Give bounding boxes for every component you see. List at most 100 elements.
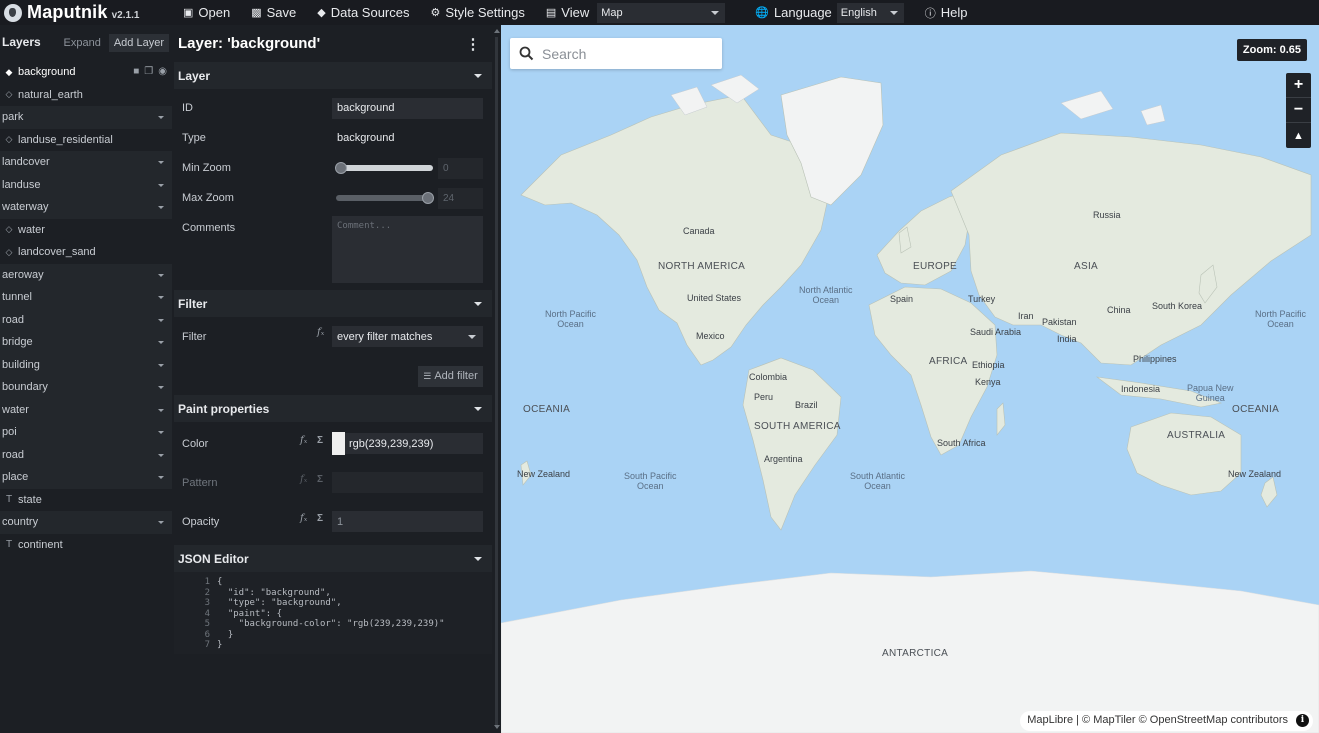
json-code-line[interactable]: "background-color": "rgb(239,239,239)" [217, 619, 445, 629]
pattern-input[interactable] [332, 472, 483, 493]
filter-section-header[interactable]: Filter [174, 290, 492, 317]
chevron-down-icon[interactable] [158, 408, 164, 412]
layer-group-tunnel[interactable]: tunnel [0, 286, 172, 309]
min-zoom-slider[interactable] [335, 162, 433, 174]
max-zoom-input[interactable]: 24 [438, 187, 483, 209]
map-search[interactable]: Search [510, 38, 722, 69]
data-driven-icon[interactable]: Σ [317, 435, 323, 446]
map-label-united-states: United States [687, 293, 742, 303]
chevron-down-icon[interactable] [158, 116, 164, 119]
layer-group-country[interactable]: country [0, 511, 172, 534]
json-code-line[interactable]: } [217, 640, 222, 650]
compass-icon[interactable]: ▲ [1286, 123, 1311, 148]
json-code-line[interactable]: "type": "background", [217, 598, 342, 608]
scroll-down-icon[interactable] [494, 725, 500, 729]
editor-scrollbar[interactable] [492, 25, 501, 733]
max-zoom-slider[interactable] [336, 192, 434, 204]
layer-item-state[interactable]: Tstate [0, 489, 172, 512]
layer-item-water[interactable]: ◇ water [0, 219, 172, 242]
chevron-down-icon[interactable] [158, 431, 164, 434]
layer-group-road[interactable]: road [0, 443, 172, 466]
comments-textarea[interactable]: Comment... [332, 216, 483, 283]
layer-item-landcover_sand[interactable]: ◇ landcover_sand [0, 241, 172, 264]
open-button[interactable]: ▣ Open [183, 5, 230, 20]
delete-icon[interactable]: ■ [133, 66, 139, 77]
style-settings-button[interactable]: ⚙ Style Settings [431, 5, 525, 20]
layer-item-background[interactable]: ◆ background ■ ❐ ◉ [0, 61, 172, 84]
json-code-line[interactable]: { [217, 577, 222, 587]
data-driven-icon[interactable]: Σ [317, 474, 323, 485]
layer-section-header[interactable]: Layer [174, 62, 492, 89]
search-input[interactable]: Search [542, 46, 586, 62]
copy-icon[interactable]: ❐ [144, 66, 153, 77]
function-icon[interactable]: fₓ [300, 435, 307, 446]
function-icon[interactable]: fₓ [300, 513, 307, 524]
min-zoom-slider-handle[interactable] [335, 162, 347, 174]
layer-group-road[interactable]: road [0, 308, 172, 331]
chevron-down-icon[interactable] [158, 161, 164, 164]
color-swatch[interactable] [332, 432, 345, 455]
help-button[interactable]: ⓘ Help [925, 5, 968, 21]
json-code-line[interactable]: } [217, 630, 233, 640]
layer-group-aeroway[interactable]: aeroway [0, 263, 172, 286]
chevron-down-icon[interactable] [158, 476, 164, 479]
opacity-input[interactable]: 1 [332, 511, 483, 532]
language-select-value: English [840, 6, 877, 19]
layer-group-bridge[interactable]: bridge [0, 331, 172, 354]
expand-button[interactable]: Expand [59, 34, 106, 52]
json-code-line[interactable]: "paint": { [217, 609, 282, 619]
function-icon[interactable]: fₓ [317, 327, 324, 338]
color-input[interactable]: rgb(239,239,239) [332, 433, 483, 454]
layer-group-poi[interactable]: poi [0, 421, 172, 444]
scrollbar-track[interactable] [495, 37, 498, 727]
scroll-up-icon[interactable] [494, 29, 500, 33]
view-select[interactable]: Map [597, 2, 726, 23]
layer-item-landuse_residential[interactable]: ◇ landuse_residential [0, 129, 172, 152]
chevron-down-icon[interactable] [158, 318, 164, 322]
layer-group-boundary[interactable]: boundary [0, 376, 172, 399]
chevron-down-icon[interactable] [158, 453, 164, 457]
layer-group-waterway[interactable]: waterway [0, 196, 172, 219]
layer-group-landuse[interactable]: landuse [0, 173, 172, 196]
add-layer-button[interactable]: Add Layer [108, 34, 169, 52]
more-options-icon[interactable]: ⋮ [464, 35, 482, 53]
layer-group-building[interactable]: building [0, 353, 172, 376]
chevron-down-icon[interactable] [158, 206, 164, 209]
json-editor-section-header[interactable]: JSON Editor [174, 545, 492, 572]
add-filter-button[interactable]: ☰ Add filter [418, 365, 483, 387]
layer-item-natural_earth[interactable]: ◇ natural_earth [0, 84, 172, 107]
info-icon[interactable]: i [1296, 714, 1309, 727]
json-code-line[interactable]: "id": "background", [217, 588, 331, 598]
chevron-down-icon[interactable] [158, 183, 164, 187]
language-select[interactable]: English [836, 2, 904, 23]
type-row: Type background [174, 123, 492, 153]
save-button[interactable]: ▩ Save [251, 5, 296, 20]
world-map[interactable] [501, 25, 1319, 733]
layer-group-landcover[interactable]: landcover [0, 151, 172, 174]
filter-match-select[interactable]: every filter matches [332, 326, 483, 347]
data-sources-button[interactable]: ◆ Data Sources [317, 5, 409, 20]
layer-item-continent[interactable]: Tcontinent [0, 534, 172, 557]
chevron-down-icon[interactable] [158, 296, 164, 299]
chevron-down-icon[interactable] [158, 363, 164, 367]
chevron-down-icon[interactable] [158, 341, 164, 344]
function-icon[interactable]: fₓ [300, 474, 307, 485]
layer-group-park[interactable]: park [0, 106, 172, 129]
layer-group-water[interactable]: water [0, 398, 172, 421]
map-label-south-korea: South Korea [1152, 301, 1203, 311]
zoom-in-button[interactable]: + [1286, 73, 1311, 98]
id-input[interactable]: background [332, 97, 483, 119]
data-driven-icon[interactable]: Σ [317, 513, 323, 524]
map-view[interactable]: Canada Russia NORTH AMERICA EUROPE ASIA … [501, 25, 1319, 733]
max-zoom-slider-handle[interactable] [422, 192, 434, 204]
chevron-down-icon[interactable] [158, 386, 164, 389]
json-editor[interactable]: 1 {2 "id": "background", 3 "type": "backgr… [174, 572, 492, 654]
eye-icon[interactable]: ◉ [158, 66, 167, 77]
layer-group-place[interactable]: place [0, 466, 172, 489]
layer-label: state [18, 493, 42, 506]
zoom-out-button[interactable]: − [1286, 98, 1311, 123]
chevron-down-icon[interactable] [158, 521, 164, 524]
chevron-down-icon[interactable] [158, 273, 164, 277]
paint-section-header[interactable]: Paint properties [174, 395, 492, 422]
min-zoom-input[interactable]: 0 [438, 157, 483, 179]
